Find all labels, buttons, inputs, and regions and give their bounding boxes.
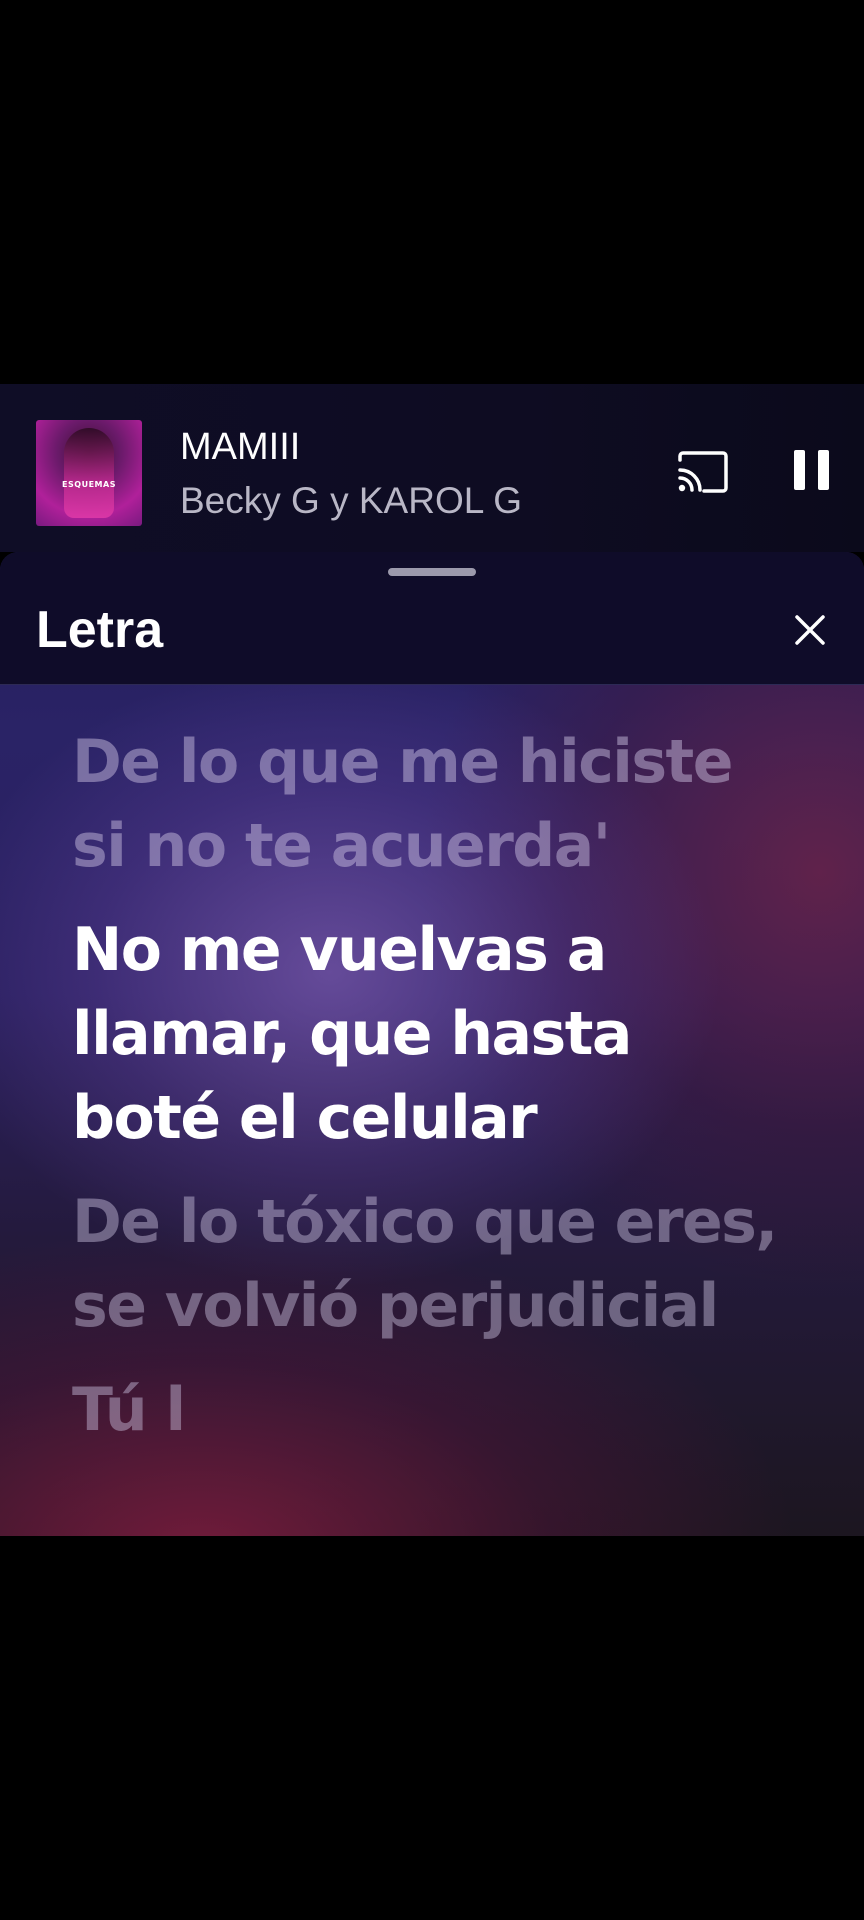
cast-icon: [678, 451, 728, 493]
album-art-label: ESQUEMAS: [62, 480, 116, 489]
lyrics-title: Letra: [36, 601, 164, 659]
pause-icon-bar-left: [794, 450, 805, 490]
pause-icon-bar-right: [818, 450, 829, 490]
album-art: ESQUEMAS: [36, 420, 142, 526]
lyrics-list[interactable]: De lo que me hiciste si no te acuerda' N…: [72, 720, 792, 1472]
mini-player[interactable]: ESQUEMAS MAMIII Becky G y KAROL G: [0, 384, 864, 552]
pause-button[interactable]: [792, 448, 832, 494]
lyrics-sheet: Letra De lo que me hiciste si no te acue…: [0, 552, 864, 1536]
close-icon: [795, 615, 825, 645]
lyric-line-next-partial[interactable]: Tú l: [72, 1368, 792, 1452]
cast-button[interactable]: [676, 450, 730, 494]
lyric-line-past[interactable]: De lo que me hiciste si no te acuerda': [72, 720, 792, 888]
screen: ESQUEMAS MAMIII Becky G y KAROL G Letra: [0, 0, 864, 1920]
track-artist: Becky G y KAROL G: [180, 480, 522, 521]
close-button[interactable]: [790, 610, 830, 650]
lyric-line-current[interactable]: No me vuelvas a llamar, que hasta boté e…: [72, 908, 792, 1160]
track-title: MAMIII: [180, 426, 301, 468]
album-art-figure: [64, 428, 114, 518]
lyrics-header: Letra: [0, 552, 864, 685]
drag-handle[interactable]: [388, 568, 476, 576]
lyric-line-upcoming[interactable]: De lo tóxico que eres, se volvió perjudi…: [72, 1180, 792, 1348]
